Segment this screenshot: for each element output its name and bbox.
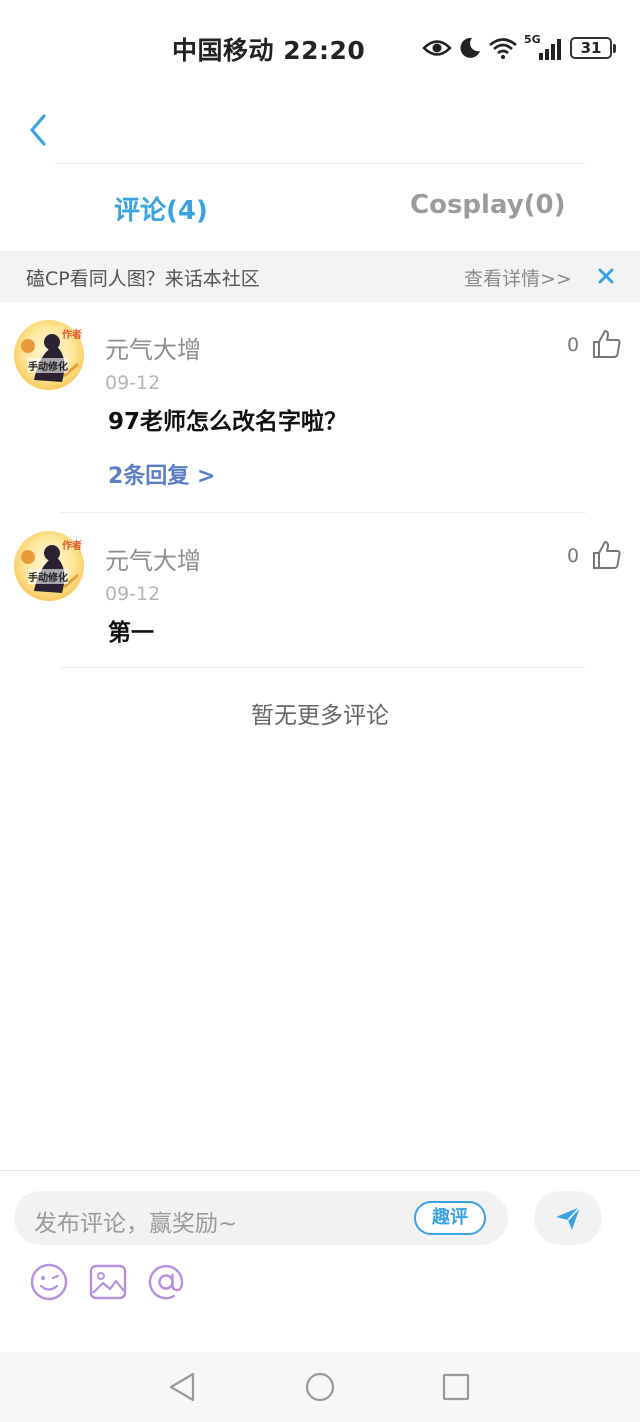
system-nav-bar bbox=[0, 1352, 640, 1422]
send-icon bbox=[556, 1206, 581, 1230]
status-bar: 中国移动 22:20 5G 31 bbox=[0, 0, 640, 95]
nav-home-icon bbox=[305, 1372, 335, 1402]
thumbs-up-icon bbox=[593, 330, 621, 358]
promo-banner: 磕CP看同人图？来话本社区 查看详情>> bbox=[0, 251, 640, 302]
comment-divider bbox=[60, 512, 586, 513]
send-button[interactable] bbox=[534, 1191, 602, 1245]
avatar-badge: 作者 bbox=[62, 330, 82, 341]
moon-icon bbox=[460, 37, 480, 58]
signal-icon: 5G bbox=[524, 33, 564, 61]
eye-icon bbox=[422, 40, 452, 56]
header-divider bbox=[54, 163, 586, 164]
avatar-text: 手动修化 bbox=[28, 358, 68, 373]
comment-input[interactable]: 发布评论，赢奖励~ 趣评 bbox=[14, 1191, 508, 1245]
image-button[interactable] bbox=[87, 1261, 129, 1303]
at-icon bbox=[148, 1264, 184, 1300]
like-count: 0 bbox=[567, 334, 580, 356]
like-count: 0 bbox=[567, 545, 580, 567]
avatar[interactable]: 作者 手动修化 bbox=[14, 531, 84, 601]
comment-content: 第一 bbox=[108, 620, 154, 646]
emoji-button[interactable] bbox=[28, 1261, 70, 1303]
status-icons: 5G 31 bbox=[422, 33, 616, 63]
banner-text: 磕CP看同人图？来话本社区 bbox=[26, 268, 260, 290]
back-button[interactable] bbox=[18, 108, 58, 152]
tab-bar: 评论(4) Cosplay(0) bbox=[0, 176, 640, 246]
image-icon bbox=[89, 1264, 127, 1300]
nav-back-icon bbox=[169, 1372, 195, 1402]
nav-recents-button[interactable] bbox=[439, 1370, 473, 1404]
comment-placeholder: 发布评论，赢奖励~ bbox=[34, 1211, 238, 1237]
wifi-icon bbox=[489, 38, 517, 59]
tab-cosplay[interactable]: Cosplay(0) bbox=[410, 190, 566, 220]
back-arrow-icon bbox=[30, 114, 46, 146]
battery-icon: 31 bbox=[570, 37, 616, 59]
nav-back-button[interactable] bbox=[166, 1370, 200, 1404]
close-icon bbox=[598, 268, 614, 284]
tab-comments[interactable]: 评论(4) bbox=[114, 190, 208, 227]
comment-content: 97老师怎么改名字啦？ bbox=[108, 409, 348, 435]
like-button[interactable] bbox=[591, 539, 623, 571]
comment-date: 09-12 bbox=[105, 372, 161, 394]
banner-details-link[interactable]: 查看详情>> bbox=[464, 264, 572, 291]
mention-button[interactable] bbox=[145, 1261, 187, 1303]
comment-date: 09-12 bbox=[105, 583, 161, 605]
nav-home-button[interactable] bbox=[303, 1370, 337, 1404]
comment-author[interactable]: 元气大增 bbox=[105, 541, 201, 576]
avatar-badge: 作者 bbox=[62, 541, 82, 552]
replies-link[interactable]: 2条回复 > bbox=[108, 458, 215, 490]
like-button[interactable] bbox=[591, 328, 623, 360]
no-more-comments: 暂无更多评论 bbox=[251, 703, 389, 729]
emoji-icon bbox=[30, 1263, 68, 1301]
avatar-text: 手动修化 bbox=[28, 569, 68, 584]
comment-author[interactable]: 元气大增 bbox=[105, 330, 201, 365]
comment-input-area: 发布评论，赢奖励~ 趣评 bbox=[0, 1170, 640, 1352]
avatar[interactable]: 作者 手动修化 bbox=[14, 320, 84, 390]
carrier-time: 中国移动 22:20 bbox=[172, 36, 366, 65]
nav-recents-icon bbox=[442, 1373, 470, 1401]
banner-close-button[interactable] bbox=[594, 263, 618, 289]
comment-divider bbox=[60, 667, 586, 668]
quping-button[interactable]: 趣评 bbox=[414, 1201, 486, 1235]
battery-level: 31 bbox=[570, 37, 612, 59]
thumbs-up-icon bbox=[593, 541, 621, 569]
